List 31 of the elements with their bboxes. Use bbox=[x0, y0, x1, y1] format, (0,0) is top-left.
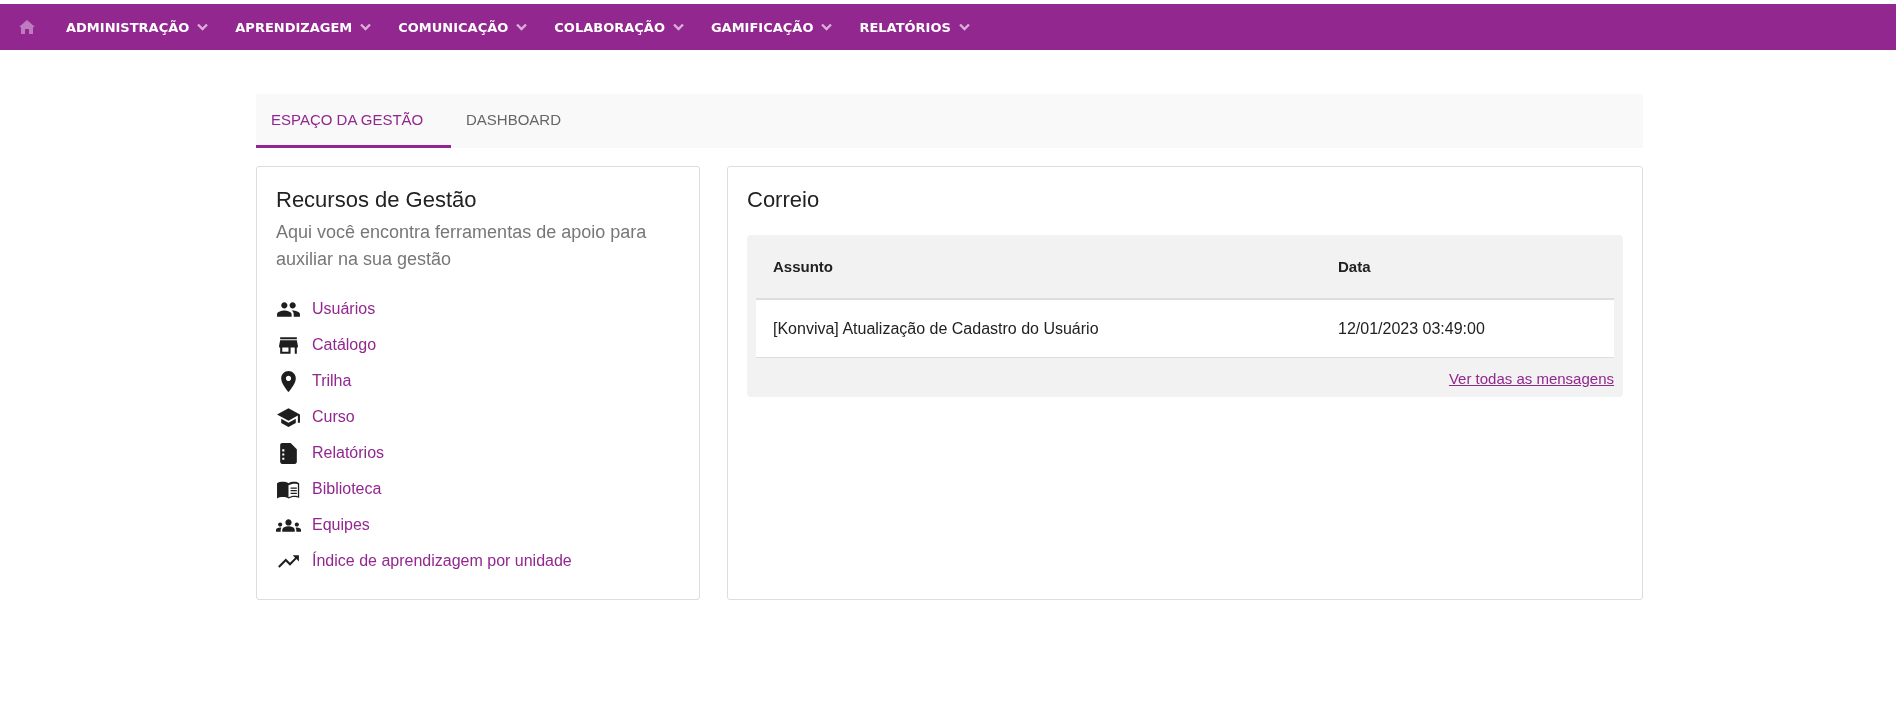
resource-link[interactable]: Curso bbox=[312, 408, 355, 426]
chevron-down-icon bbox=[672, 23, 684, 31]
chevron-down-icon bbox=[821, 23, 833, 31]
resource-link[interactable]: Biblioteca bbox=[312, 480, 382, 498]
table-cell-text: [Konviva] Atualização de Cadastro do Usuário bbox=[772, 319, 1100, 338]
chevron-down-icon bbox=[197, 23, 209, 31]
view-all-messages-link[interactable]: Ver todas as mensagens bbox=[1448, 370, 1614, 387]
nav-menu-item[interactable]: RELATÓRIOS bbox=[859, 19, 970, 35]
chevron-down-icon bbox=[516, 23, 528, 31]
resource-link[interactable]: Equipes bbox=[312, 516, 370, 534]
resource-link[interactable]: Usuários bbox=[312, 300, 376, 318]
nav-menu-item[interactable]: COLABORAÇÃO bbox=[554, 19, 684, 35]
resource-link[interactable]: Índice de aprendizagem por unidade bbox=[312, 552, 572, 570]
home-icon[interactable] bbox=[18, 19, 36, 35]
nav-menu-item[interactable]: ADMINISTRAÇÃO bbox=[66, 19, 209, 35]
chevron-down-icon bbox=[958, 23, 970, 31]
nav-menu-item[interactable]: APRENDIZAGEM bbox=[235, 19, 372, 35]
column-header: Data bbox=[1337, 258, 1372, 275]
tab[interactable]: ESPAÇO DA GESTÃO bbox=[256, 94, 451, 148]
resource-link[interactable]: Catálogo bbox=[312, 336, 377, 354]
nav-menu-item[interactable]: GAMIFICAÇÃO bbox=[710, 19, 833, 35]
table-cell-text: 12/01/2023 03:49:00 bbox=[1337, 319, 1486, 338]
column-header: Assunto bbox=[772, 258, 834, 275]
tab[interactable]: DASHBOARD bbox=[451, 94, 607, 148]
card-description: Aqui você encontra ferramentas de apoio para auxiliar na sua gestão bbox=[276, 221, 648, 271]
card-title: Correio bbox=[747, 187, 821, 213]
nav-menu-item[interactable]: COMUNICAÇÃO bbox=[398, 19, 528, 35]
chevron-down-icon bbox=[360, 23, 372, 31]
resource-link[interactable]: Trilha bbox=[312, 372, 352, 390]
resource-link[interactable]: Relatórios bbox=[312, 444, 385, 462]
card-title: Recursos de Gestão bbox=[276, 187, 478, 213]
